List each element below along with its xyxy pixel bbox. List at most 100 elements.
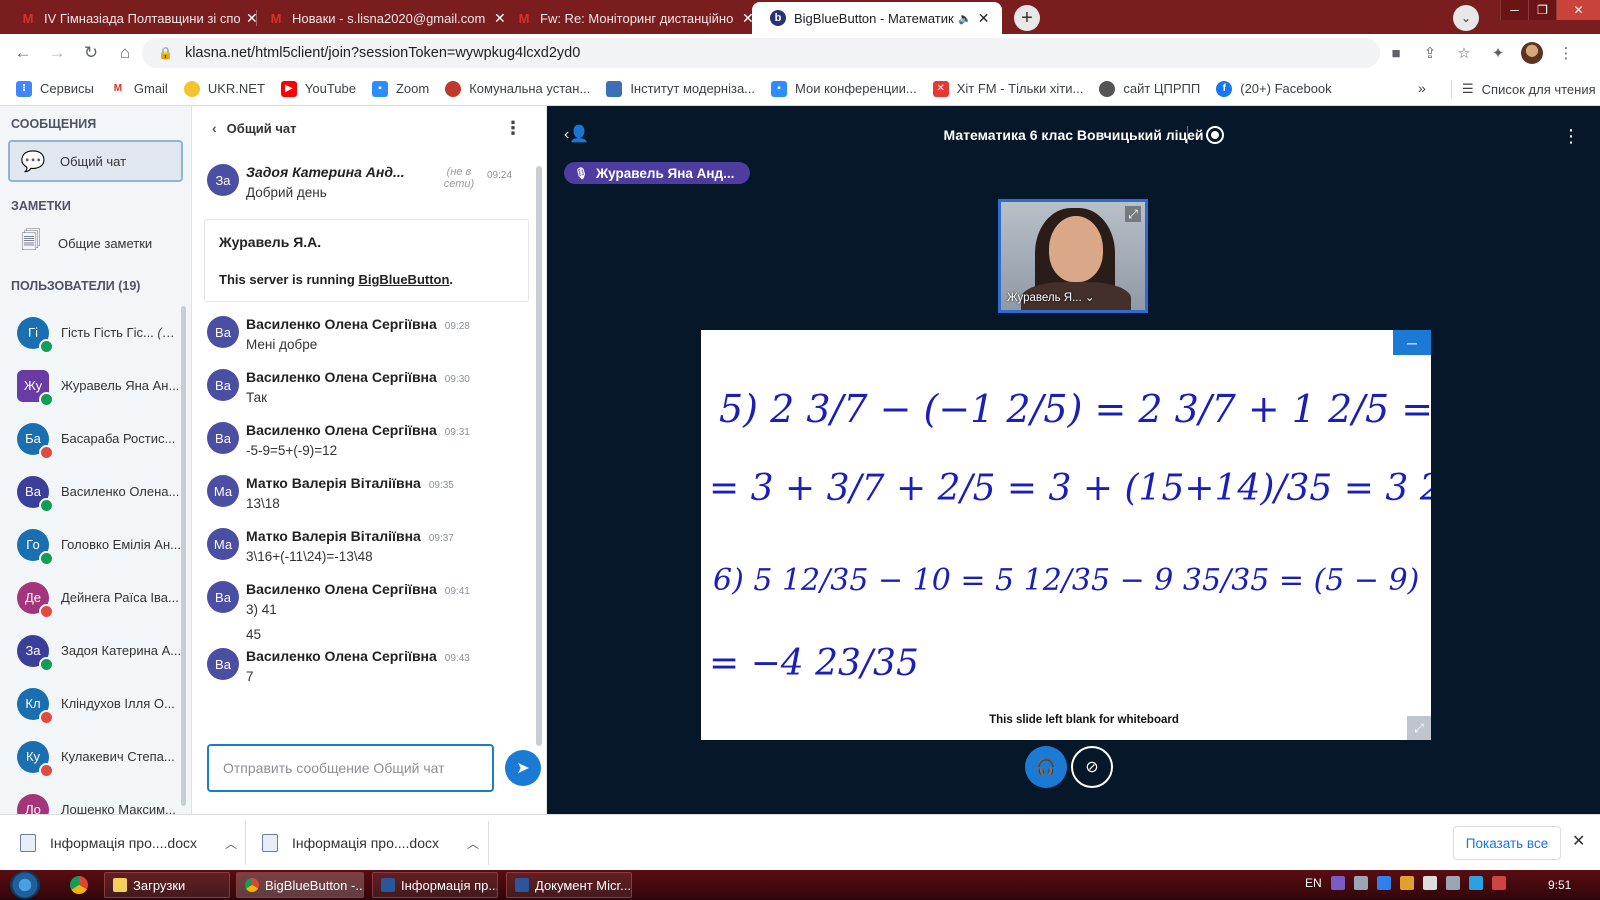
taskbar-button[interactable]: Документ Micr... <box>506 872 632 898</box>
show-all-downloads-button[interactable]: Показать все <box>1453 826 1561 860</box>
taskbar-button[interactable]: BigBlueButton -... <box>236 872 364 898</box>
chat-title[interactable]: Общий чат <box>227 121 297 136</box>
bookmark-ukrnet[interactable]: UKR.NET <box>183 80 265 97</box>
tab-search-button[interactable]: ⌄ <box>1453 5 1479 31</box>
taskbar-button[interactable]: Загрузки <box>104 872 230 898</box>
camera-off-button[interactable]: ⊘ <box>1071 746 1113 788</box>
chat-message: Ва Василенко Олена Сергіївна 09:41 3) 41 45 <box>192 575 534 642</box>
browser-tab[interactable]: M Новаки - s.lisna2020@gmail.com ✕ <box>250 2 516 34</box>
taskbar-button[interactable]: Інформація пр... <box>372 872 498 898</box>
bookmark-cprpp[interactable]: сайт ЦПРПП <box>1099 80 1200 97</box>
maximize-window-button[interactable]: ❐ <box>1528 0 1556 20</box>
avast-icon[interactable] <box>1399 876 1414 890</box>
bookmark-conferences[interactable]: ▪ Мои конференции... <box>771 80 917 97</box>
bookmark-hitfm[interactable]: ✕ Хіт FM - Тільки хіти... <box>932 80 1083 97</box>
minimize-window-button[interactable]: ─ <box>1500 0 1528 20</box>
chat-scrollbar[interactable] <box>536 166 542 746</box>
minimize-presentation-button[interactable]: ─ <box>1393 330 1431 355</box>
user-list-item[interactable]: Де Дейнега Раїса Іва... <box>0 571 188 624</box>
user-name: Задоя Катерина А... <box>61 643 182 658</box>
flag-icon[interactable] <box>1491 876 1506 890</box>
monitor-icon[interactable] <box>1445 876 1460 890</box>
home-icon[interactable]: ⌂ <box>114 42 136 64</box>
bookmark-zoom[interactable]: ▪ Zoom <box>371 80 429 97</box>
user-list-item[interactable]: За Задоя Катерина А... <box>0 624 188 677</box>
whiteboard-slide[interactable]: 5) 2 3/7 − (−1 2/5) = 2 3/7 + 1 2/5 = = … <box>701 330 1431 740</box>
browser-tab-active[interactable]: b BigBlueButton - Математика 🔈 ✕ <box>752 2 1002 34</box>
start-button[interactable] <box>10 871 40 899</box>
bookmark-facebook[interactable]: f (20+) Facebook <box>1216 80 1332 97</box>
audio-headphones-button[interactable]: 🎧 <box>1025 746 1067 788</box>
volume-icon[interactable] <box>1422 876 1437 890</box>
profile-avatar[interactable] <box>1521 42 1543 64</box>
chat-message-input[interactable]: Отправить сообщение Общий чат <box>207 744 494 792</box>
reading-list-button[interactable]: ☰ Список для чтения <box>1451 80 1596 98</box>
close-tab-icon[interactable]: ✕ <box>978 10 990 27</box>
user-list-scrollbar[interactable] <box>181 306 186 806</box>
public-chat-item[interactable]: 💬 Общий чат <box>8 140 183 182</box>
message-text: Так <box>246 390 268 405</box>
reload-icon[interactable]: ↻ <box>80 42 102 64</box>
microphone-icon: 🎙 <box>574 167 588 180</box>
video-user-label[interactable]: Журавель Я... ⌄ <box>1007 290 1095 304</box>
chevron-up-icon[interactable]: ︿ <box>225 835 237 852</box>
bookmark-youtube[interactable]: ▶ YouTube <box>280 80 356 97</box>
lock-icon[interactable]: 🔒 <box>158 46 173 60</box>
close-icon[interactable]: ✕ <box>1572 831 1585 851</box>
shared-notes-item[interactable]: 🗐 Общие заметки <box>8 222 183 264</box>
chat-options-icon[interactable]: ⋮ <box>504 118 522 139</box>
avatar: Ва <box>207 422 239 454</box>
viber-icon[interactable] <box>1330 876 1345 890</box>
user-list-item[interactable]: Го Головко Емілія Ан... <box>0 518 188 571</box>
user-list-item[interactable]: Ва Василенко Олена... <box>0 465 188 518</box>
new-tab-button[interactable]: + <box>1014 5 1040 31</box>
network-icon[interactable] <box>1353 876 1368 890</box>
language-indicator[interactable]: EN <box>1305 876 1322 890</box>
user-list-item[interactable]: Гі Гість Гість Гіс... (Вы) <box>0 306 188 359</box>
sender-name: Матко Валерія Віталіївна 09:37 <box>246 528 454 544</box>
fullscreen-icon[interactable]: ⤢ <box>1407 716 1431 740</box>
record-icon[interactable] <box>1206 126 1224 144</box>
user-list-item[interactable]: Кл Кліндухов Ілля О... <box>0 677 188 730</box>
bookmark-star-icon[interactable]: ☆ <box>1453 42 1475 64</box>
avatar: Де <box>17 581 54 619</box>
e-icon[interactable] <box>1468 876 1483 890</box>
user-list-item[interactable]: Жу Журавель Яна Ан... <box>0 359 188 412</box>
bookmark-gmail[interactable]: M Gmail <box>109 80 168 97</box>
sender-name: Василенко Олена Сергіївна 09:28 <box>246 316 470 332</box>
browser-menu-icon[interactable]: ⋮ <box>1555 42 1577 64</box>
skype-icon[interactable] <box>1376 876 1391 890</box>
bookmark-institute[interactable]: Інститут модерніза... <box>606 80 755 97</box>
download-item[interactable]: Інформація про....docx ︿ <box>20 815 237 871</box>
download-item[interactable]: Інформація про....docx ︿ <box>262 815 479 871</box>
meeting-title: Математика 6 клас Вовчицький ліцей <box>943 127 1204 143</box>
user-list-item[interactable]: Ло Лошенко Максим... <box>0 783 188 814</box>
webcam-video[interactable]: ⤢ Журавель Я... ⌄ <box>998 199 1148 313</box>
fullscreen-icon[interactable]: ⤢ <box>1125 206 1141 222</box>
clock[interactable]: 9:51 <box>1548 878 1571 892</box>
user-list-item[interactable]: Ку Кулакевич Степа... <box>0 730 188 783</box>
extensions-puzzle-icon[interactable]: ✦ <box>1487 42 1509 64</box>
close-window-button[interactable]: ✕ <box>1556 0 1600 20</box>
bookmarks-overflow-button[interactable]: » <box>1418 80 1426 96</box>
back-arrow-icon[interactable]: ← <box>12 42 34 64</box>
browser-tab[interactable]: M IV Гімназіада Полтавщини зі спо ✕ <box>2 2 268 34</box>
back-chevron-icon[interactable]: ‹ <box>212 120 217 136</box>
camera-icon[interactable]: ■ <box>1385 42 1407 64</box>
chevron-up-icon[interactable]: ︿ <box>467 835 479 852</box>
send-message-button[interactable]: ➤ <box>505 750 541 786</box>
avatar: Ва <box>207 648 239 680</box>
bigbluebutton-link[interactable]: BigBlueButton <box>358 272 449 287</box>
browser-toolbar: ← → ↻ ⌂ 🔒 klasna.net/html5client/join?se… <box>0 34 1600 72</box>
bookmark-municipal[interactable]: Комунальна устан... <box>445 80 590 97</box>
browser-tab[interactable]: M Fw: Re: Моніторинг дистанційно ✕ <box>498 2 764 34</box>
user-list-item[interactable]: Ба Басараба Ростис... <box>0 412 188 465</box>
avatar: Го <box>17 528 54 566</box>
forward-arrow-icon[interactable]: → <box>46 42 68 64</box>
options-menu-icon[interactable]: ⋮ <box>1562 126 1580 147</box>
address-bar[interactable]: 🔒 klasna.net/html5client/join?sessionTok… <box>142 38 1380 68</box>
speaker-icon[interactable]: 🔈 <box>958 12 972 25</box>
chrome-icon[interactable] <box>70 876 88 894</box>
share-icon[interactable]: ⇪ <box>1419 42 1441 64</box>
bookmark-services[interactable]: ⁝ Сервисы <box>16 80 94 97</box>
